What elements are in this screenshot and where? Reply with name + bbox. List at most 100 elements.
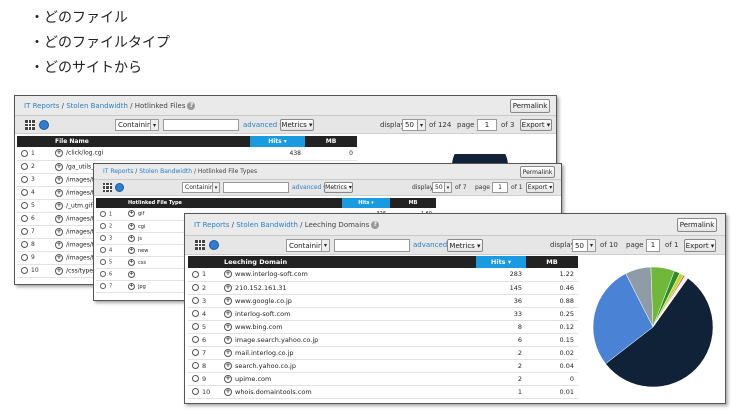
table-row[interactable]: 5 + www.bing.com 8 0.12	[188, 320, 578, 334]
expand-icon[interactable]: +	[55, 266, 63, 275]
row-name[interactable]: /_utm.gif	[66, 202, 93, 209]
row-name[interactable]: js	[138, 236, 142, 242]
help-icon[interactable]: ?	[371, 220, 380, 229]
zoom-icon[interactable]	[192, 388, 199, 395]
advanced-link[interactable]: advanced ▾	[243, 121, 283, 129]
zoom-icon[interactable]	[21, 215, 28, 222]
row-name[interactable]: jpg	[138, 284, 146, 290]
col-leeching-domain[interactable]: Leeching Domain	[224, 256, 476, 268]
expand-icon[interactable]: +	[55, 214, 63, 223]
row-name[interactable]: upime.com	[235, 375, 271, 383]
export-button[interactable]: Export ▾	[526, 182, 554, 193]
row-name[interactable]: search.yahoo.co.jp	[235, 362, 296, 370]
expand-icon[interactable]: +	[224, 283, 232, 292]
row-name[interactable]: new	[138, 248, 148, 254]
expand-icon[interactable]: +	[224, 374, 232, 383]
export-button[interactable]: Export ▾	[520, 119, 552, 131]
table-row[interactable]: 1 + www.interlog-soft.com 283 1.22	[188, 268, 578, 282]
help-icon[interactable]: ?	[187, 101, 196, 110]
expand-icon[interactable]: +	[224, 361, 232, 370]
zoom-icon[interactable]	[192, 375, 199, 382]
row-name[interactable]: interlog-soft.com	[235, 310, 290, 318]
zoom-icon[interactable]	[192, 270, 199, 278]
zoom-icon[interactable]	[21, 228, 28, 235]
row-name[interactable]: cgi	[138, 224, 145, 230]
table-row[interactable]: 4 + interlog-soft.com 33 0.25	[188, 307, 578, 321]
row-name[interactable]: www.interlog-soft.com	[235, 270, 308, 278]
expand-icon[interactable]: +	[55, 162, 63, 171]
expand-icon[interactable]: +	[224, 322, 232, 331]
row-name[interactable]: mail.interlog.co.jp	[235, 349, 294, 357]
zoom-icon[interactable]	[192, 297, 199, 304]
permalink-button[interactable]: Permalink	[510, 99, 550, 113]
table-row[interactable]: 3 + www.google.co.jp 36 0.88	[188, 294, 578, 308]
col-file-type[interactable]: Hotlinked File Type	[128, 198, 342, 208]
display-select[interactable]: 50 ▾	[432, 182, 452, 193]
permalink-button[interactable]: Permalink	[677, 218, 717, 232]
col-mb[interactable]: MB	[390, 198, 436, 208]
table-row[interactable]: 7 + mail.interlog.co.jp 2 0.02	[188, 346, 578, 360]
expand-icon[interactable]: +	[55, 201, 63, 210]
expand-icon[interactable]: +	[224, 296, 232, 305]
grid-view-icon[interactable]	[195, 240, 205, 250]
page-input[interactable]: 1	[477, 119, 497, 131]
expand-icon[interactable]: +	[224, 348, 232, 357]
zoom-icon[interactable]	[100, 210, 106, 217]
row-name[interactable]: css	[138, 260, 146, 266]
zoom-icon[interactable]	[21, 202, 28, 209]
table-row[interactable]: 1 +/click/log.cgi 438 0	[17, 147, 357, 161]
expand-icon[interactable]: +	[128, 222, 135, 230]
zoom-icon[interactable]	[100, 270, 106, 277]
col-hits[interactable]: Hits ▾	[342, 198, 390, 208]
col-hits[interactable]: Hits ▾	[476, 256, 526, 268]
expand-icon[interactable]: +	[55, 227, 63, 236]
breadcrumb-stolen-bandwidth[interactable]: Stolen Bandwidth	[236, 221, 298, 229]
breadcrumb-it-reports[interactable]: IT Reports	[194, 221, 229, 229]
zoom-icon[interactable]	[192, 362, 199, 369]
expand-icon[interactable]: +	[224, 387, 232, 396]
zoom-icon[interactable]	[100, 246, 106, 253]
grid-view-icon[interactable]	[103, 183, 112, 192]
table-row[interactable]: 6 + image.search.yahoo.co.jp 6 0.15	[188, 333, 578, 347]
display-select[interactable]: 50 ▾	[402, 119, 426, 131]
breadcrumb-stolen-bandwidth[interactable]: Stolen Bandwidth	[66, 102, 128, 110]
advanced-link[interactable]: advanced ▾	[292, 184, 326, 191]
expand-icon[interactable]: +	[224, 270, 232, 279]
zoom-icon[interactable]	[21, 241, 28, 248]
table-row[interactable]: 10 + whois.domaintools.com 1 0.01	[188, 385, 578, 399]
export-button[interactable]: Export ▾	[684, 239, 716, 252]
expand-icon[interactable]: +	[55, 253, 63, 262]
row-name[interactable]: 210.152.161.31	[235, 284, 287, 292]
breadcrumb-it-reports[interactable]: IT Reports	[103, 168, 133, 175]
expand-icon[interactable]: +	[128, 282, 135, 290]
row-name[interactable]: www.google.co.jp	[235, 297, 292, 305]
col-file-name[interactable]: File Name	[55, 136, 250, 147]
breadcrumb-stolen-bandwidth[interactable]: Stolen Bandwidth	[139, 168, 192, 175]
filter-select[interactable]: Containing ▾	[115, 119, 159, 131]
filter-input[interactable]	[334, 239, 410, 252]
expand-icon[interactable]: +	[55, 175, 63, 184]
expand-icon[interactable]: +	[128, 258, 135, 266]
col-hits[interactable]: Hits ▾	[250, 136, 305, 147]
page-input[interactable]: 1	[646, 239, 660, 252]
zoom-icon[interactable]	[100, 282, 106, 289]
zoom-icon[interactable]	[192, 323, 199, 330]
breadcrumb-it-reports[interactable]: IT Reports	[24, 102, 59, 110]
zoom-icon[interactable]	[192, 310, 199, 317]
page-input[interactable]: 1	[492, 182, 508, 193]
row-name[interactable]: /ga_utils_i	[66, 163, 96, 170]
zoom-icon[interactable]	[192, 336, 199, 343]
metrics-button[interactable]: Metrics ▾	[324, 182, 353, 193]
permalink-button[interactable]: Permalink	[520, 166, 555, 178]
display-select[interactable]: 50 ▾	[572, 239, 596, 252]
row-name[interactable]: www.bing.com	[235, 323, 283, 331]
expand-icon[interactable]: +	[55, 240, 63, 249]
expand-icon[interactable]: +	[224, 335, 232, 344]
zoom-icon[interactable]	[100, 234, 106, 241]
expand-icon[interactable]: +	[128, 270, 135, 278]
metrics-button[interactable]: Metrics ▾	[447, 239, 483, 252]
zoom-icon[interactable]	[21, 176, 28, 183]
zoom-icon[interactable]	[100, 222, 106, 229]
col-mb[interactable]: MB	[526, 256, 578, 268]
row-name[interactable]: /click/log.cgi	[66, 150, 103, 157]
